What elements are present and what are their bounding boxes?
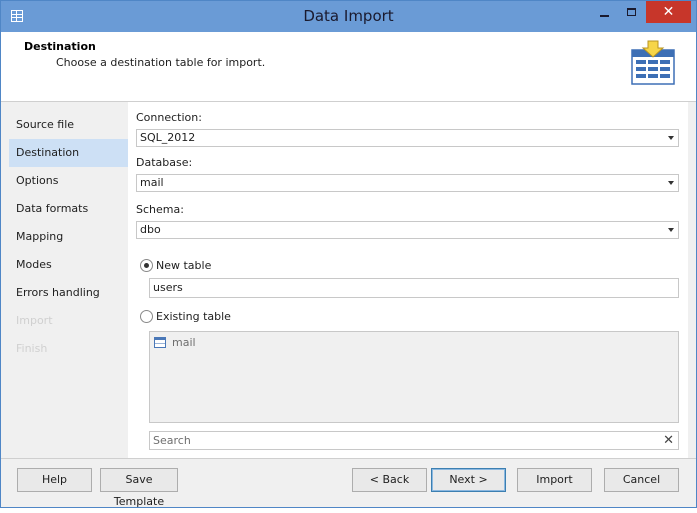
new-table-radio[interactable] — [140, 259, 153, 272]
schema-label: Schema: — [136, 203, 184, 216]
table-icon — [154, 337, 166, 348]
help-button[interactable]: Help — [17, 468, 92, 492]
import-button[interactable]: Import — [517, 468, 592, 492]
connection-value: SQL_2012 — [140, 131, 196, 144]
chevron-down-icon[interactable] — [668, 228, 674, 232]
existing-table-label[interactable]: Existing table — [156, 310, 231, 323]
list-item-label: mail — [172, 336, 196, 349]
sidebar-item-data-formats[interactable]: Data formats — [9, 195, 128, 223]
page-title: Destination — [24, 40, 96, 53]
search-placeholder: Search — [153, 434, 191, 447]
connection-label: Connection: — [136, 111, 202, 124]
page-header: Destination Choose a destination table f… — [1, 32, 696, 102]
destination-panel: Connection: SQL_2012 Database: mail Sche… — [128, 102, 688, 458]
back-button[interactable]: < Back — [352, 468, 427, 492]
chevron-down-icon[interactable] — [668, 181, 674, 185]
existing-tables-list[interactable]: mail — [149, 331, 679, 423]
database-label: Database: — [136, 156, 193, 169]
page-subtitle: Choose a destination table for import. — [56, 56, 266, 69]
connection-select[interactable]: SQL_2012 — [136, 129, 679, 147]
close-icon: ✕ — [662, 4, 675, 20]
wizard-footer: Help Save Template < Back Next > Import … — [1, 458, 696, 508]
sidebar-item-errors-handling[interactable]: Errors handling — [9, 279, 128, 307]
import-table-icon — [631, 40, 675, 85]
sidebar-item-options[interactable]: Options — [9, 167, 128, 195]
title-bar[interactable]: Data Import ✕ — [1, 1, 696, 32]
cancel-button[interactable]: Cancel — [604, 468, 679, 492]
minimize-icon — [600, 15, 609, 17]
save-template-button[interactable]: Save Template — [100, 468, 178, 508]
database-select[interactable]: mail — [136, 174, 679, 192]
new-table-name-input[interactable]: users — [149, 278, 679, 298]
chevron-down-icon[interactable] — [668, 136, 674, 140]
wizard-steps-sidebar: Source file Destination Options Data for… — [9, 102, 128, 458]
sidebar-item-source-file[interactable]: Source file — [9, 111, 128, 139]
schema-value: dbo — [140, 223, 161, 236]
schema-select[interactable]: dbo — [136, 221, 679, 239]
maximize-button[interactable] — [620, 1, 644, 24]
sidebar-item-finish: Finish — [16, 342, 48, 355]
new-table-label[interactable]: New table — [156, 259, 211, 272]
maximize-icon — [627, 8, 636, 16]
close-button[interactable]: ✕ — [646, 1, 691, 23]
sidebar-item-import: Import — [16, 314, 53, 327]
sidebar-item-mapping[interactable]: Mapping — [9, 223, 128, 251]
clear-icon[interactable]: ✕ — [663, 432, 674, 449]
data-import-window: Data Import ✕ Destination Choose a desti… — [0, 0, 697, 508]
database-value: mail — [140, 176, 164, 189]
search-input[interactable]: Search ✕ — [149, 431, 679, 450]
window-title: Data Import — [303, 7, 394, 25]
minimize-button[interactable] — [594, 1, 618, 24]
existing-table-radio[interactable] — [140, 310, 153, 323]
sidebar-item-destination[interactable]: Destination — [9, 139, 128, 167]
next-button[interactable]: Next > — [431, 468, 506, 492]
sidebar-item-modes[interactable]: Modes — [9, 251, 128, 279]
